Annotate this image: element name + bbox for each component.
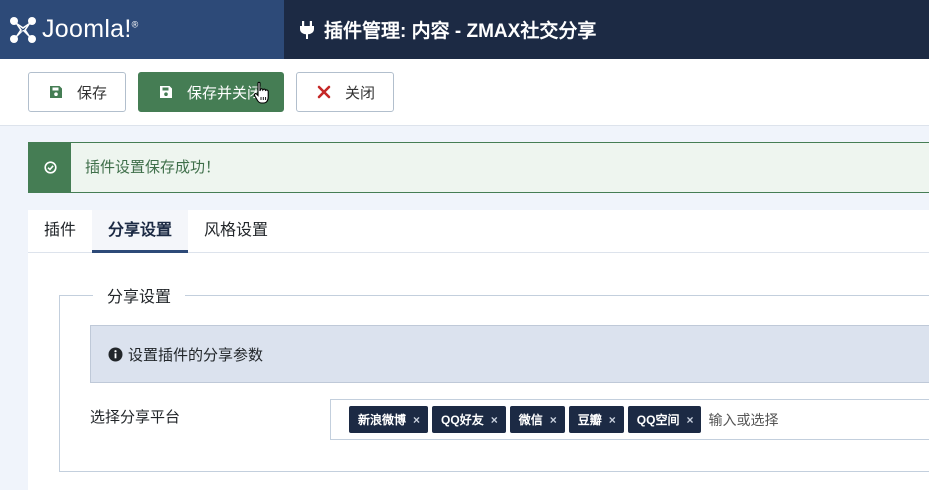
tab-plugin[interactable]: 插件 <box>28 210 92 253</box>
remove-tag-icon[interactable]: × <box>491 413 498 427</box>
info-alert: 设置插件的分享参数 <box>90 325 929 383</box>
brand-text: Joomla!® <box>42 15 139 43</box>
tag-qq-friends: QQ好友 × <box>432 406 506 433</box>
tag-qq-zone: QQ空间 × <box>627 406 702 433</box>
info-icon <box>108 347 123 361</box>
remove-tag-icon[interactable]: × <box>413 413 420 427</box>
success-alert: 插件设置保存成功！ <box>28 142 929 193</box>
tag-label: QQ空间 <box>636 413 680 427</box>
plug-icon <box>300 20 314 39</box>
floppy-disk-icon <box>160 86 172 98</box>
info-text: 设置插件的分享参数 <box>128 346 264 364</box>
save-button[interactable]: 保存 <box>28 72 126 112</box>
save-and-close-button-label: 保存并关闭 <box>187 84 263 102</box>
alert-message: 插件设置保存成功！ <box>85 159 221 176</box>
tab-bar: 插件 分享设置 风格设置 <box>28 210 929 253</box>
tag-douban: 豆瓣 × <box>568 406 624 433</box>
tag-label: 豆瓣 <box>577 413 602 427</box>
remove-tag-icon[interactable]: × <box>609 413 616 427</box>
save-button-label: 保存 <box>77 84 108 102</box>
joomla-logo[interactable]: Joomla!® <box>0 0 284 59</box>
tab-share-settings[interactable]: 分享设置 <box>92 210 189 253</box>
remove-tag-icon[interactable]: × <box>550 413 557 427</box>
tag-sina-weibo: 新浪微博 × <box>349 406 429 433</box>
remove-tag-icon[interactable]: × <box>686 413 693 427</box>
joomla-logo-icon <box>10 16 36 43</box>
fieldset-legend: 分享设置 <box>93 283 186 307</box>
floppy-disk-icon <box>50 86 62 98</box>
tag-label: QQ好友 <box>441 413 484 427</box>
hand-pointer-icon <box>253 81 269 104</box>
page-title-text: 插件管理: 内容 - ZMAX社交分享 <box>324 21 597 42</box>
toolbar: 保存 保存并关闭 关闭 <box>0 59 929 126</box>
tag-label: 新浪微博 <box>358 413 407 427</box>
settings-card: 插件 分享设置 风格设置 分享设置 设置插件的分享参数 选择分享平台 新浪微博 … <box>28 210 929 490</box>
check-circle-icon <box>29 143 71 192</box>
top-header: Joomla!® 插件管理: 内容 - ZMAX社交分享 <box>0 0 929 59</box>
tab-style-settings[interactable]: 风格设置 <box>188 210 284 253</box>
tag-label: 微信 <box>518 413 543 427</box>
tag-search-input[interactable]: 输入或选择 <box>708 410 778 430</box>
close-button-label: 关闭 <box>345 84 376 102</box>
page-title: 插件管理: 内容 - ZMAX社交分享 <box>284 0 596 59</box>
platform-select[interactable]: 新浪微博 × QQ好友 × 微信 × 豆瓣 × QQ空间 × 输入或选择 <box>330 399 929 440</box>
close-icon <box>317 85 331 99</box>
tag-wechat: 微信 × <box>509 406 565 433</box>
platform-field-label: 选择分享平台 <box>90 409 181 426</box>
share-settings-fieldset: 分享设置 设置插件的分享参数 选择分享平台 新浪微博 × QQ好友 × 微信 × <box>59 283 929 472</box>
close-button[interactable]: 关闭 <box>296 72 394 112</box>
